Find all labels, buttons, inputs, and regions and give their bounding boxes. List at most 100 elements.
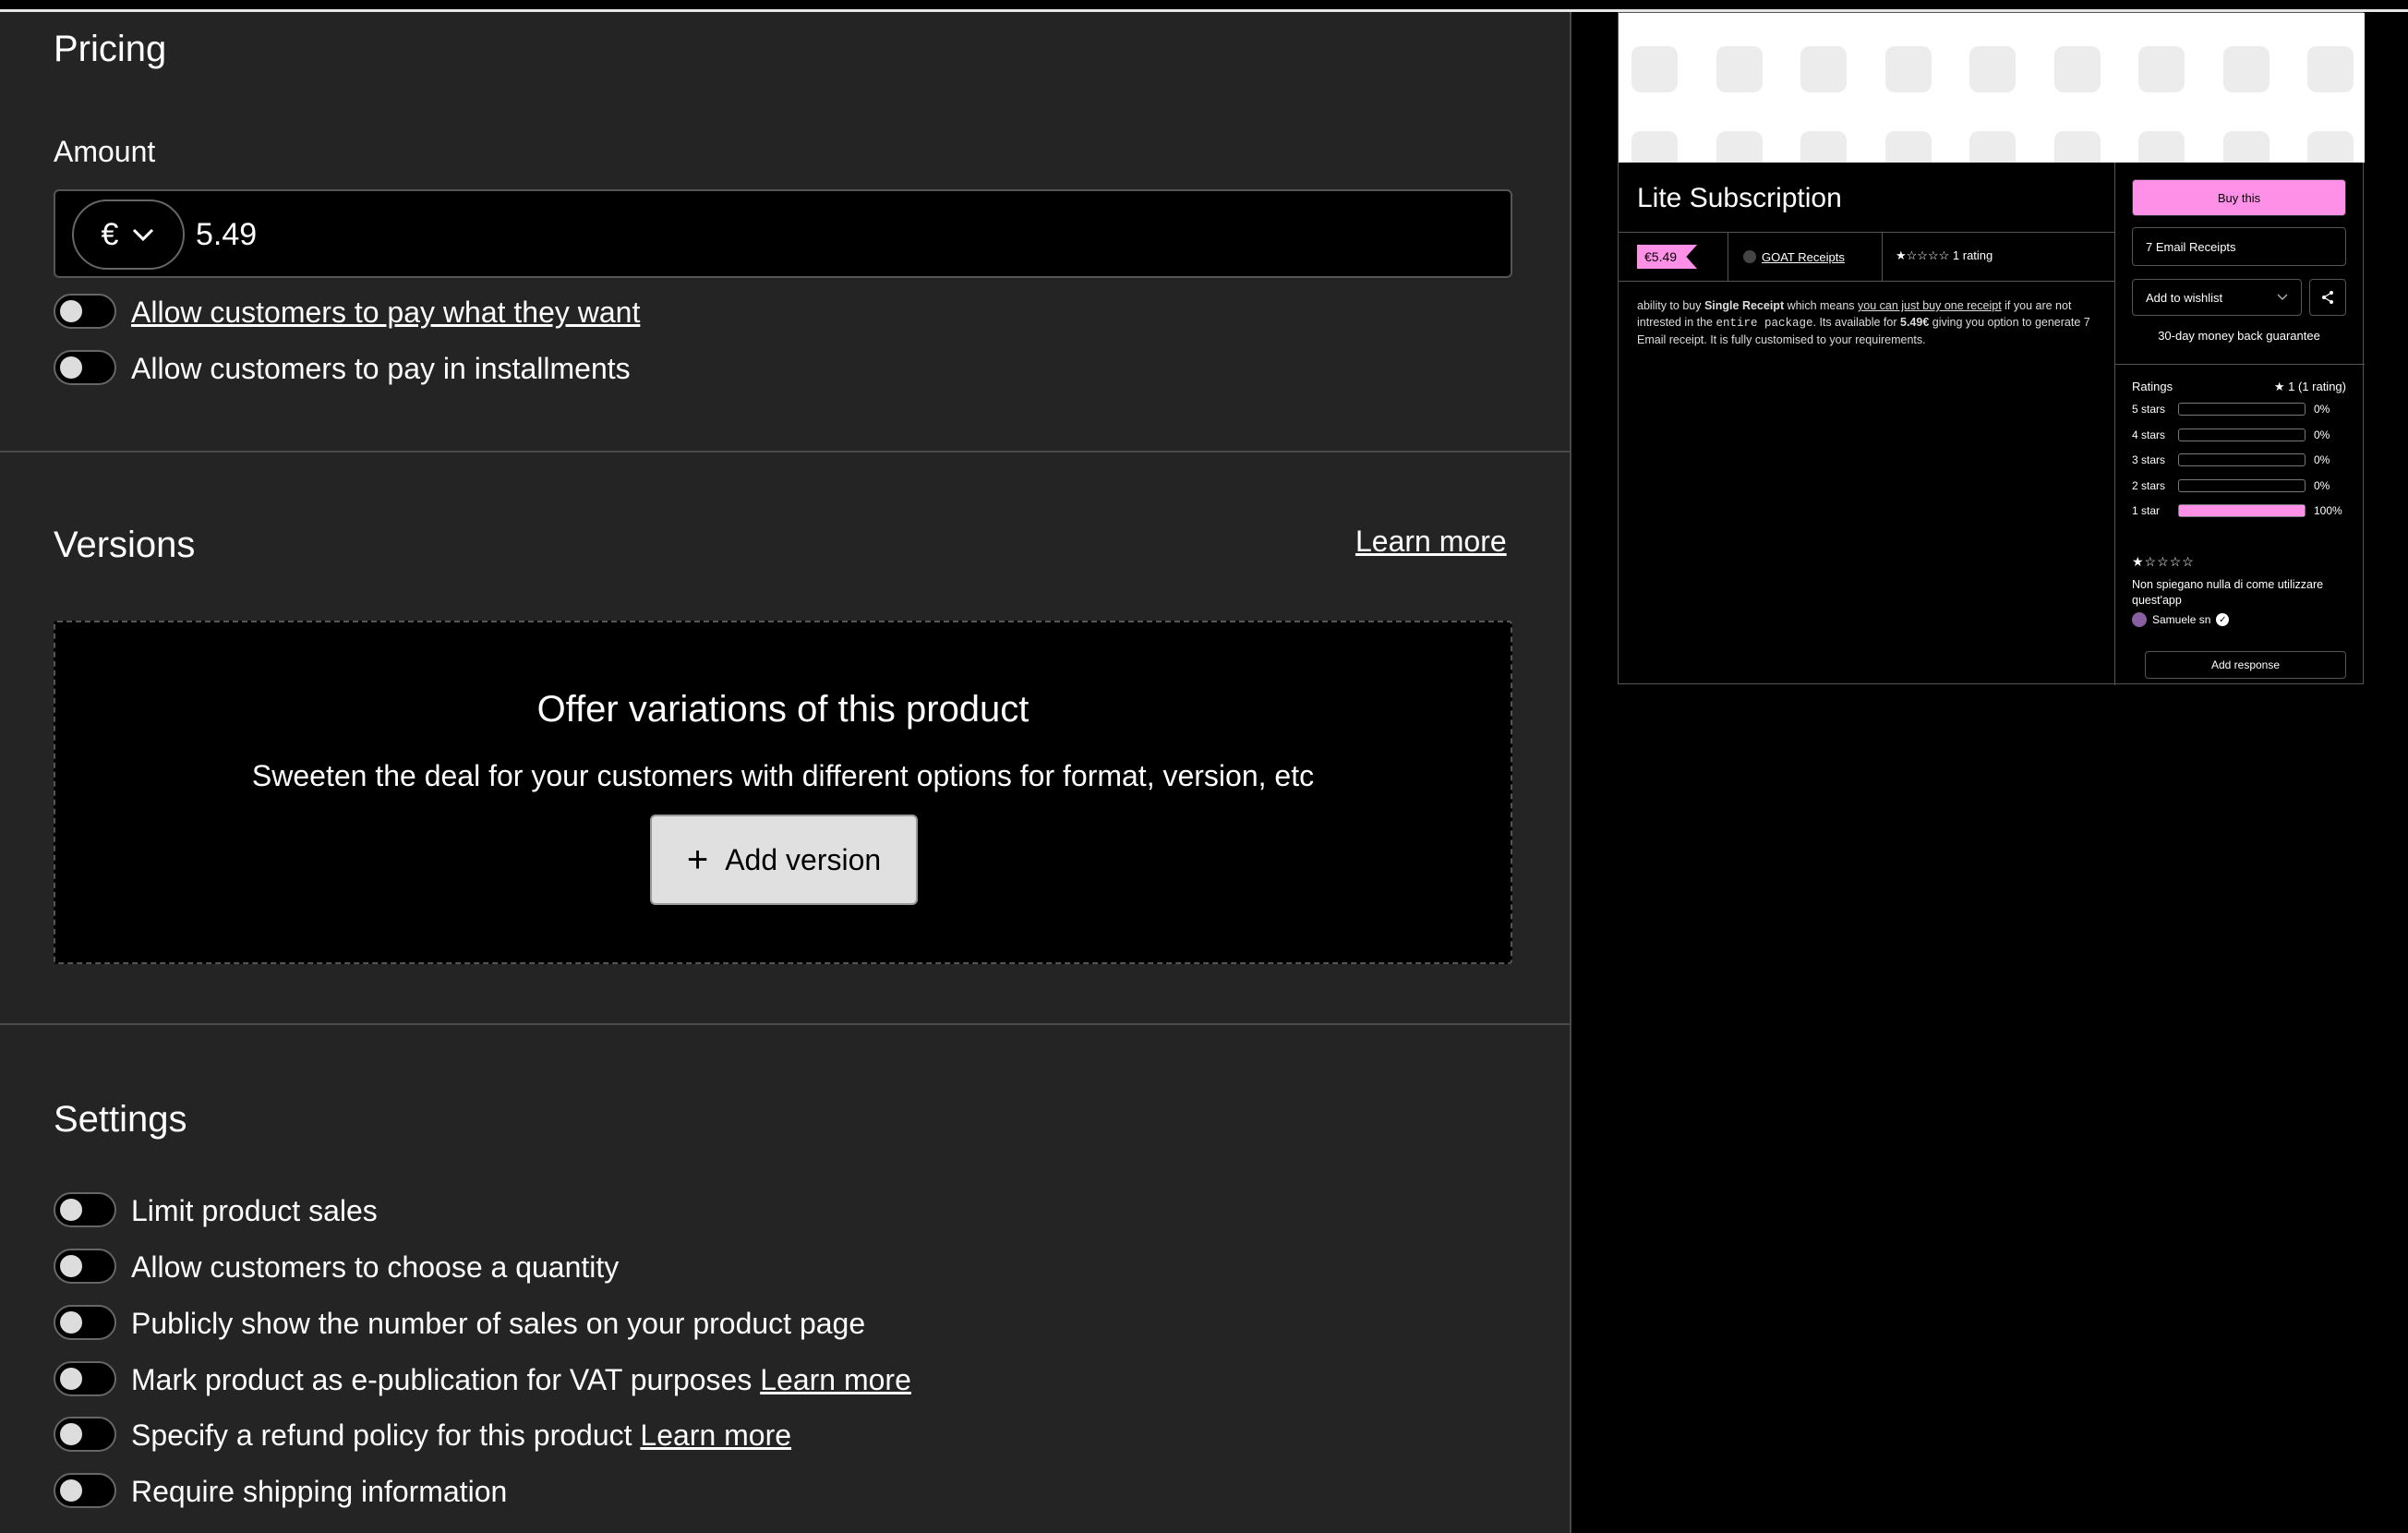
settings-section: Settings Limit product sales Allow custo…: [0, 1025, 1571, 1533]
seller-avatar: [1743, 250, 1756, 263]
versions-box-title: Offer variations of this product: [536, 689, 1029, 730]
versions-title: Versions: [54, 525, 196, 565]
ratings-summary: ★ 1 (1 rating): [2273, 380, 2346, 393]
shipping-label: Require shipping information: [131, 1475, 508, 1508]
amount-input[interactable]: € 5.49: [54, 189, 1512, 278]
wishlist-select[interactable]: Add to wishlist: [2132, 279, 2302, 316]
cover-pattern-icon: [1716, 131, 1763, 163]
show-sales-label: Publicly show the number of sales on you…: [131, 1307, 866, 1340]
amount-label: Amount: [54, 135, 156, 168]
quantity-label: Allow customers to choose a quantity: [131, 1250, 620, 1284]
rating-row-label: 1 star: [2132, 504, 2161, 517]
plus-icon: +: [686, 839, 709, 880]
versions-empty-state: Offer variations of this product Sweeten…: [54, 621, 1512, 964]
add-response-button[interactable]: Add response: [2145, 651, 2346, 679]
rating-row-label: 4 stars: [2132, 428, 2166, 441]
epublication-text: Mark product as e-publication for VAT pu…: [131, 1363, 752, 1396]
rating-summary: ★☆☆☆☆ 1 rating: [1896, 248, 1993, 263]
preview-main: Lite Subscription €5.49 GOAT Receipts ★☆…: [1619, 163, 2115, 685]
pricing-title: Pricing: [54, 29, 167, 69]
rating-row-percent: 0%: [2314, 453, 2330, 466]
rating-bar-fill: [2179, 505, 2305, 516]
limit-sales-toggle[interactable]: [54, 1192, 116, 1227]
cover-pattern-icon: [1716, 46, 1763, 92]
epublication-toggle[interactable]: [54, 1361, 116, 1396]
cover-pattern-icon: [1884, 46, 1932, 92]
price-tag: €5.49: [1637, 245, 1698, 269]
seller[interactable]: GOAT Receipts: [1728, 233, 1883, 281]
cover-pattern-icon: [1631, 131, 1678, 163]
seller-name[interactable]: GOAT Receipts: [1762, 250, 1845, 264]
product-description: ability to buy Single Receipt which mean…: [1637, 297, 2103, 348]
rating-bar: [2178, 478, 2306, 492]
rating-breakdown-row: 2 stars 0%: [2132, 477, 2346, 495]
epublication-learn-more-link[interactable]: Learn more: [760, 1363, 911, 1396]
cover-pattern-icon: [2307, 46, 2354, 92]
pwyw-label[interactable]: Allow customers to pay what they want: [131, 296, 640, 330]
desc-link[interactable]: you can just buy one receipt: [1858, 299, 2002, 312]
chevron-down-icon: [133, 228, 154, 242]
refund-policy-toggle[interactable]: [54, 1417, 116, 1452]
cover-pattern-icon: [1969, 46, 2016, 92]
cover-pattern-icon: [2138, 131, 2185, 163]
ratings-section: Ratings ★ 1 (1 rating) 5 stars 0% 4 stars 0…: [2115, 364, 2365, 679]
rating-row-label: 5 stars: [2132, 403, 2166, 416]
rating-breakdown-row: 3 stars 0%: [2132, 451, 2346, 469]
chevron-down-icon: [2277, 294, 2288, 301]
product-preview: Lite Subscription €5.49 GOAT Receipts ★☆…: [1618, 12, 2365, 685]
preview-sidebar: Buy this 7 Email Receipts Add to wishlis…: [2115, 163, 2365, 685]
rating-row-percent: 100%: [2314, 504, 2342, 517]
product-meta-row: €5.49 GOAT Receipts ★☆☆☆☆ 1 rating: [1619, 232, 2115, 282]
rating-row-percent: 0%: [2314, 478, 2330, 492]
quantity-toggle[interactable]: [54, 1249, 116, 1284]
share-icon: [2322, 291, 2333, 304]
wishlist-label: Add to wishlist: [2146, 290, 2223, 305]
rating-bar: [2178, 403, 2306, 416]
product-editor: Pricing Amount € 5.49 Allow customers to…: [0, 12, 1571, 1533]
installments-label: Allow customers to pay in installments: [131, 352, 631, 385]
desc-code: entire package: [1716, 317, 1813, 330]
amount-value[interactable]: 5.49: [196, 217, 257, 253]
rating-breakdown-row: 4 stars 0%: [2132, 426, 2346, 444]
pwyw-toggle[interactable]: [54, 294, 116, 329]
variant-option[interactable]: 7 Email Receipts: [2132, 227, 2346, 266]
limit-sales-label: Limit product sales: [131, 1194, 378, 1227]
cover-image: [1619, 13, 2365, 163]
currency-select[interactable]: €: [72, 199, 185, 270]
cover-pattern-icon: [2053, 131, 2101, 163]
pricing-section: Pricing Amount € 5.49 Allow customers to…: [0, 12, 1571, 453]
installments-toggle[interactable]: [54, 350, 116, 385]
desc-text: . Its available for: [1812, 316, 1900, 329]
cover-pattern-icon: [1631, 46, 1678, 92]
add-version-label: Add version: [725, 842, 882, 876]
add-version-button[interactable]: + Add version: [650, 815, 918, 905]
cover-pattern-icon: [2138, 46, 2185, 92]
cover-pattern-icon: [1800, 46, 1847, 92]
cover-pattern-icon: [2307, 131, 2354, 163]
top-bar: [0, 0, 2408, 12]
verified-check-icon: ✓: [2216, 613, 2230, 626]
reviewer-name: Samuele sn: [2152, 613, 2211, 626]
share-button[interactable]: [2309, 279, 2346, 316]
ratings-header: Ratings ★ 1 (1 rating): [2132, 380, 2346, 394]
desc-bold: 5.49€: [1900, 316, 1930, 329]
refund-learn-more-link[interactable]: Learn more: [640, 1418, 791, 1452]
versions-box-subtitle: Sweeten the deal for your customers with…: [251, 759, 1315, 792]
rating-bar: [2178, 428, 2306, 441]
rating-breakdown-row: 5 stars 0%: [2132, 400, 2346, 418]
versions-learn-more-link[interactable]: Learn more: [1355, 525, 1507, 559]
reviewer: Samuele sn ✓: [2132, 612, 2230, 627]
rating-row-label: 2 stars: [2132, 478, 2166, 492]
review-stars: ★☆☆☆☆: [2132, 554, 2195, 569]
cover-pattern-icon: [2222, 46, 2270, 92]
cover-pattern-icon: [1800, 131, 1847, 163]
shipping-toggle[interactable]: [54, 1473, 116, 1508]
settings-title: Settings: [54, 1099, 187, 1140]
show-sales-toggle[interactable]: [54, 1305, 116, 1340]
review-text: Non spiegano nulla di come utilizzare qu…: [2132, 578, 2324, 607]
buy-button[interactable]: Buy this: [2132, 179, 2346, 216]
desc-text: which means: [1784, 299, 1859, 312]
cover-pattern-icon: [2053, 46, 2101, 92]
rating-row-percent: 0%: [2314, 403, 2330, 416]
versions-section: Versions Learn more Offer variations of …: [0, 453, 1571, 1025]
